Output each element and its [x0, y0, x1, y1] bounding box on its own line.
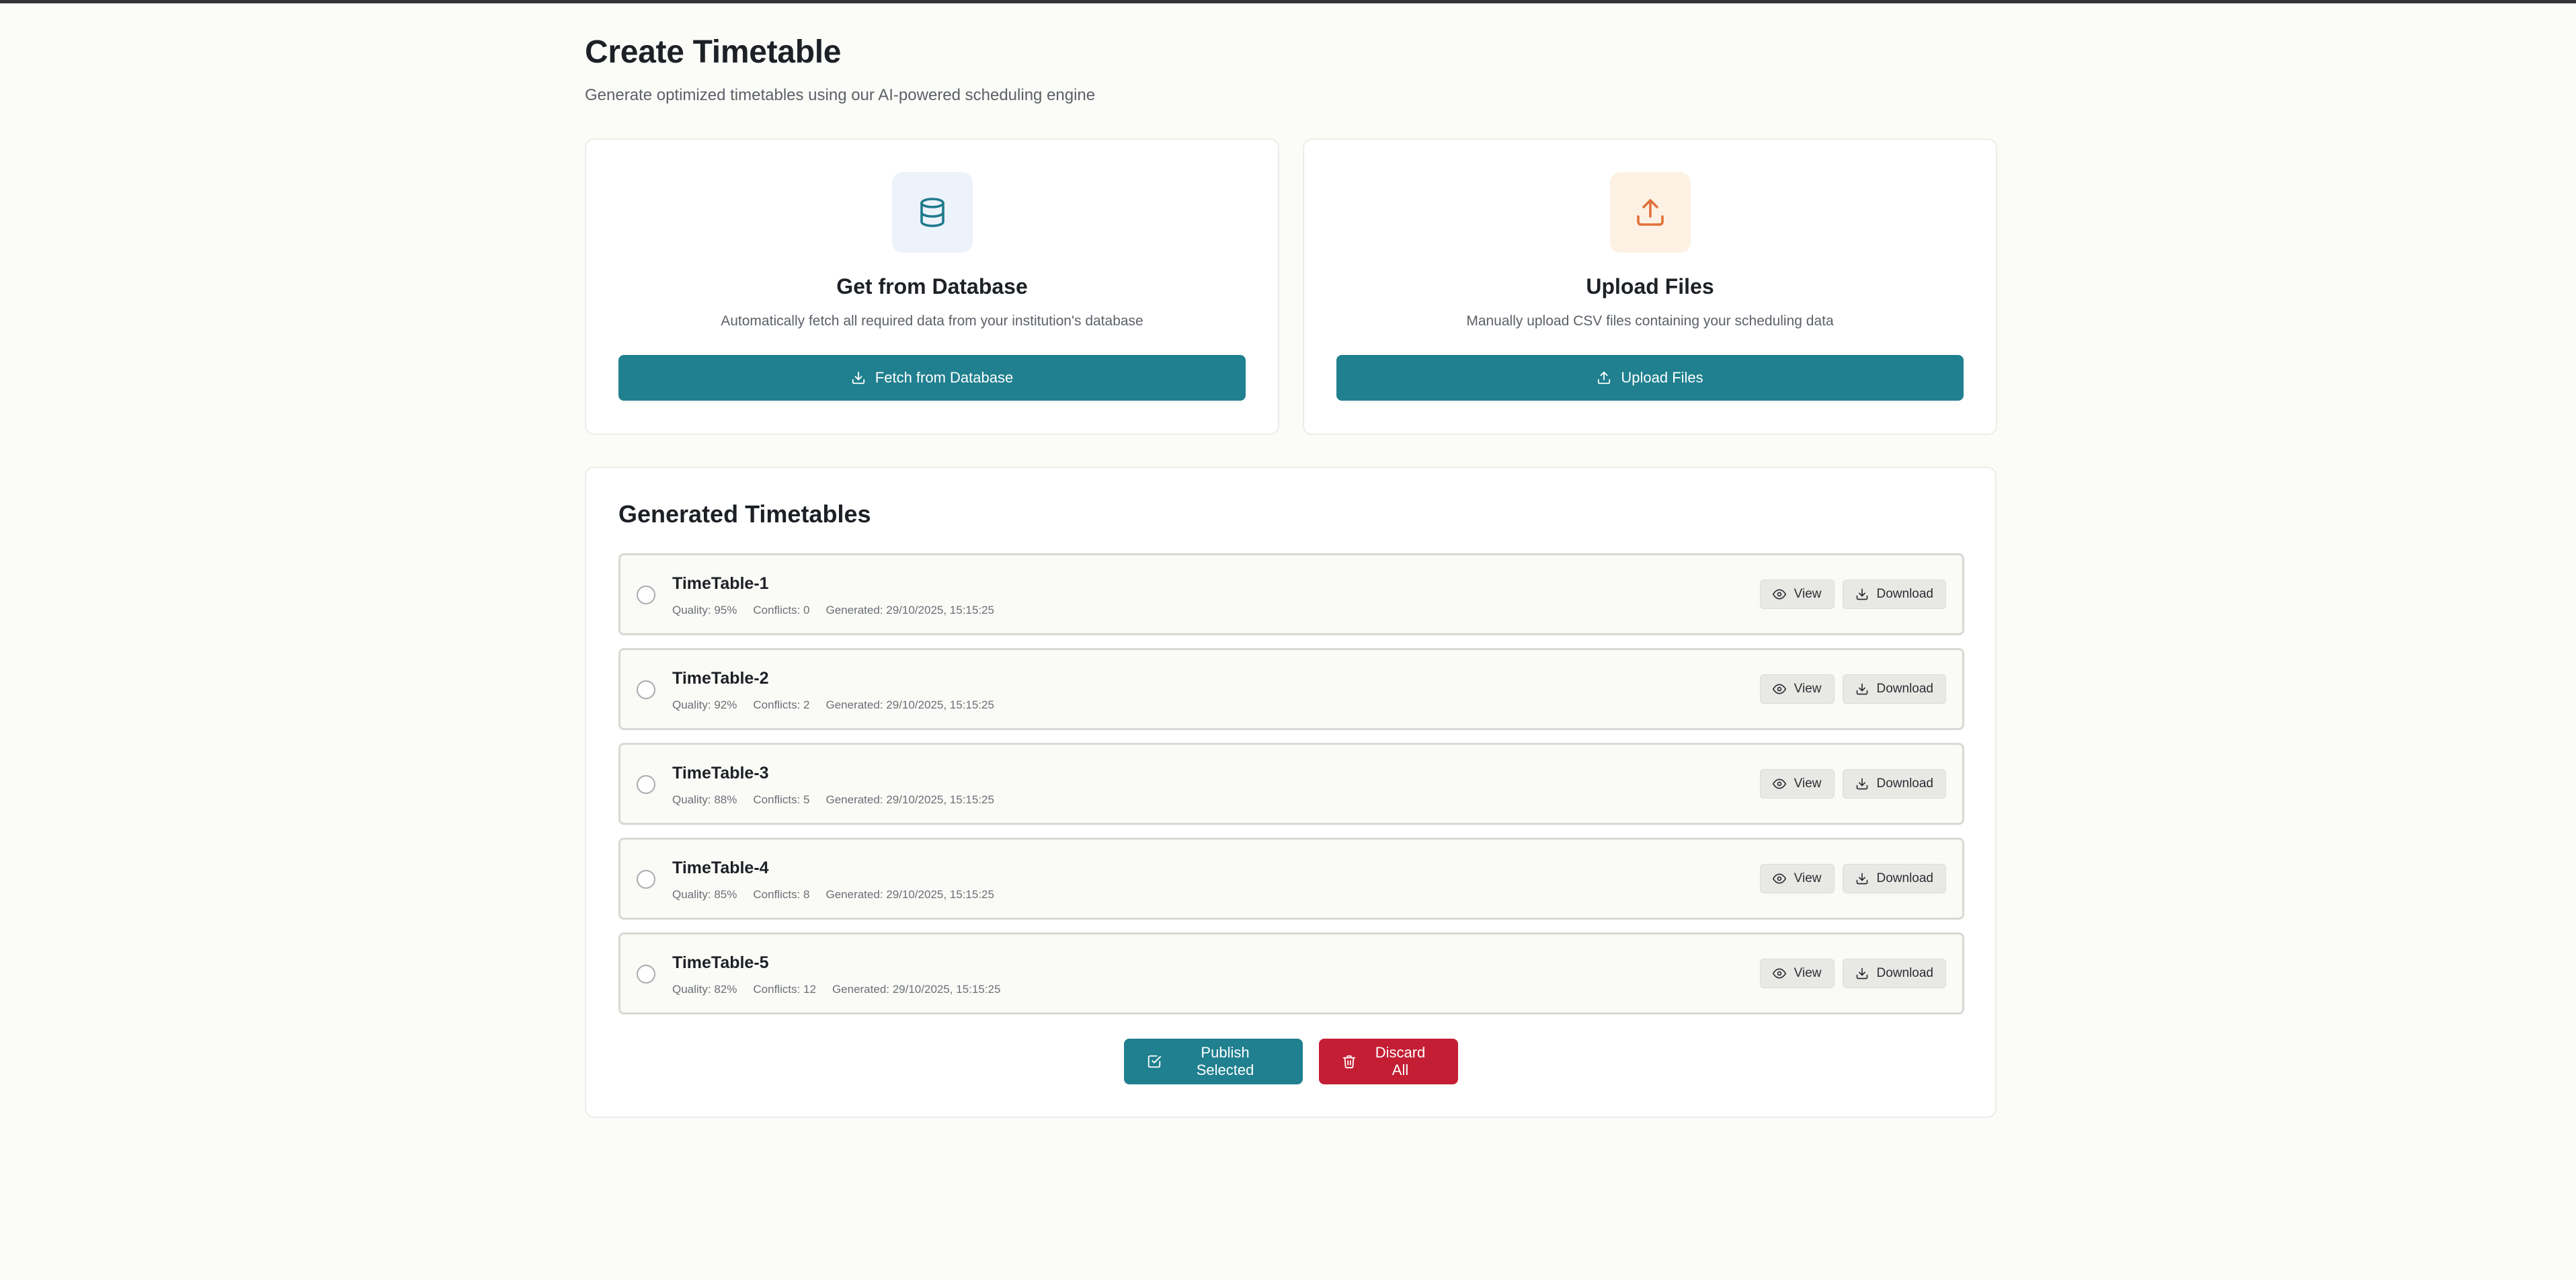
timetable-name: TimeTable-3: [672, 764, 769, 783]
download-button[interactable]: Download: [1842, 864, 1946, 893]
download-icon: [1855, 967, 1869, 980]
timetable-meta: Quality: 95% Conflicts: 0 Generated: 29/…: [672, 604, 994, 617]
timetable-actions: View Download: [1759, 864, 1946, 893]
timetable-radio[interactable]: [637, 775, 655, 794]
timetable-actions: View Download: [1759, 769, 1946, 799]
database-icon: [916, 196, 949, 229]
upload-files-button[interactable]: Upload Files: [1336, 355, 1964, 401]
timetable-quality: Quality: 95%: [672, 604, 737, 616]
timetable-conflicts: Conflicts: 8: [753, 888, 810, 901]
timetable-row[interactable]: TimeTable-2 Quality: 92% Conflicts: 2 Ge…: [618, 648, 1964, 730]
upload-icon: [1597, 370, 1611, 385]
timetable-meta: Quality: 88% Conflicts: 5 Generated: 29/…: [672, 793, 994, 807]
timetable-name: TimeTable-2: [672, 669, 769, 688]
upload-card-description: Manually upload CSV files containing you…: [1466, 313, 1834, 329]
view-label: View: [1794, 682, 1822, 696]
timetable-name: TimeTable-5: [672, 953, 769, 972]
timetable-generated: Generated: 29/10/2025, 15:15:25: [832, 983, 1001, 996]
view-button[interactable]: View: [1759, 769, 1835, 799]
database-source-card: Get from Database Automatically fetch al…: [585, 138, 1279, 435]
top-border: [0, 0, 2576, 3]
timetable-conflicts: Conflicts: 0: [753, 604, 810, 616]
timetable-radio[interactable]: [637, 680, 655, 699]
fetch-from-database-button[interactable]: Fetch from Database: [618, 355, 1246, 401]
download-icon: [851, 370, 866, 385]
timetable-quality: Quality: 82%: [672, 983, 737, 996]
eye-icon: [1772, 682, 1786, 696]
view-label: View: [1794, 587, 1822, 601]
timetable-quality: Quality: 88%: [672, 793, 737, 806]
download-label: Download: [1876, 682, 1934, 696]
publish-selected-button[interactable]: Publish Selected: [1123, 1039, 1303, 1084]
timetable-conflicts: Conflicts: 12: [753, 983, 816, 996]
timetable-generated: Generated: 29/10/2025, 15:15:25: [826, 698, 994, 711]
timetable-row[interactable]: TimeTable-1 Quality: 95% Conflicts: 0 Ge…: [618, 553, 1964, 635]
download-button[interactable]: Download: [1842, 674, 1946, 704]
database-card-title: Get from Database: [836, 274, 1028, 298]
download-label: Download: [1876, 776, 1934, 791]
timetable-quality: Quality: 85%: [672, 888, 737, 901]
publish-selected-label: Publish Selected: [1196, 1044, 1254, 1078]
timetable-radio[interactable]: [637, 870, 655, 889]
timetable-radio[interactable]: [637, 586, 655, 604]
upload-icon: [1634, 196, 1666, 229]
view-button[interactable]: View: [1759, 674, 1835, 704]
timetable-name: TimeTable-1: [672, 574, 769, 593]
timetable-actions: View Download: [1759, 959, 1946, 988]
page-subtitle: Generate optimized timetables using our …: [585, 86, 1096, 104]
timetable-radio[interactable]: [637, 965, 655, 984]
timetable-quality: Quality: 92%: [672, 698, 737, 711]
download-label: Download: [1876, 966, 1934, 980]
timetable-actions: View Download: [1759, 674, 1946, 704]
download-button[interactable]: Download: [1842, 579, 1946, 609]
view-button[interactable]: View: [1759, 864, 1835, 893]
timetable-meta: Quality: 92% Conflicts: 2 Generated: 29/…: [672, 698, 994, 712]
trash-icon: [1342, 1054, 1357, 1069]
timetable-meta: Quality: 82% Conflicts: 12 Generated: 29…: [672, 983, 1000, 996]
download-icon: [1855, 588, 1869, 601]
check-square-icon: [1147, 1054, 1162, 1069]
footer-actions: Publish Selected Discard All: [586, 1039, 1995, 1084]
eye-icon: [1772, 777, 1786, 791]
fetch-from-database-label: Fetch from Database: [875, 369, 1014, 386]
database-card-description: Automatically fetch all required data fr…: [721, 313, 1143, 329]
timetable-generated: Generated: 29/10/2025, 15:15:25: [826, 888, 994, 901]
eye-icon: [1772, 967, 1786, 980]
view-label: View: [1794, 776, 1822, 791]
view-label: View: [1794, 966, 1822, 980]
timetable-conflicts: Conflicts: 5: [753, 793, 810, 806]
download-icon: [1855, 777, 1869, 791]
timetable-name: TimeTable-4: [672, 858, 769, 877]
view-button[interactable]: View: [1759, 579, 1835, 609]
timetable-row[interactable]: TimeTable-3 Quality: 88% Conflicts: 5 Ge…: [618, 743, 1964, 825]
upload-icon-tile: [1609, 172, 1691, 253]
view-label: View: [1794, 871, 1822, 885]
timetable-generated: Generated: 29/10/2025, 15:15:25: [826, 793, 994, 806]
download-icon: [1855, 872, 1869, 885]
download-button[interactable]: Download: [1842, 769, 1946, 799]
download-button[interactable]: Download: [1842, 959, 1946, 988]
generated-timetables-card: Generated Timetables TimeTable-1 Quality…: [585, 467, 1997, 1118]
upload-source-card: Upload Files Manually upload CSV files c…: [1303, 138, 1997, 435]
upload-files-label: Upload Files: [1621, 369, 1703, 386]
discard-all-button[interactable]: Discard All: [1318, 1039, 1458, 1084]
page-title: Create Timetable: [585, 34, 842, 70]
eye-icon: [1772, 872, 1786, 885]
timetable-meta: Quality: 85% Conflicts: 8 Generated: 29/…: [672, 888, 994, 902]
timetable-conflicts: Conflicts: 2: [753, 698, 810, 711]
view-button[interactable]: View: [1759, 959, 1835, 988]
download-label: Download: [1876, 871, 1934, 885]
timetable-row[interactable]: TimeTable-5 Quality: 82% Conflicts: 12 G…: [618, 932, 1964, 1014]
timetable-actions: View Download: [1759, 579, 1946, 609]
upload-card-title: Upload Files: [1586, 274, 1714, 298]
download-icon: [1855, 682, 1869, 696]
timetable-generated: Generated: 29/10/2025, 15:15:25: [826, 604, 994, 616]
discard-all-label: Discard All: [1375, 1044, 1426, 1078]
database-icon-tile: [891, 172, 973, 253]
timetable-row[interactable]: TimeTable-4 Quality: 85% Conflicts: 8 Ge…: [618, 838, 1964, 920]
generated-timetables-title: Generated Timetables: [618, 500, 871, 528]
eye-icon: [1772, 588, 1786, 601]
download-label: Download: [1876, 587, 1934, 601]
